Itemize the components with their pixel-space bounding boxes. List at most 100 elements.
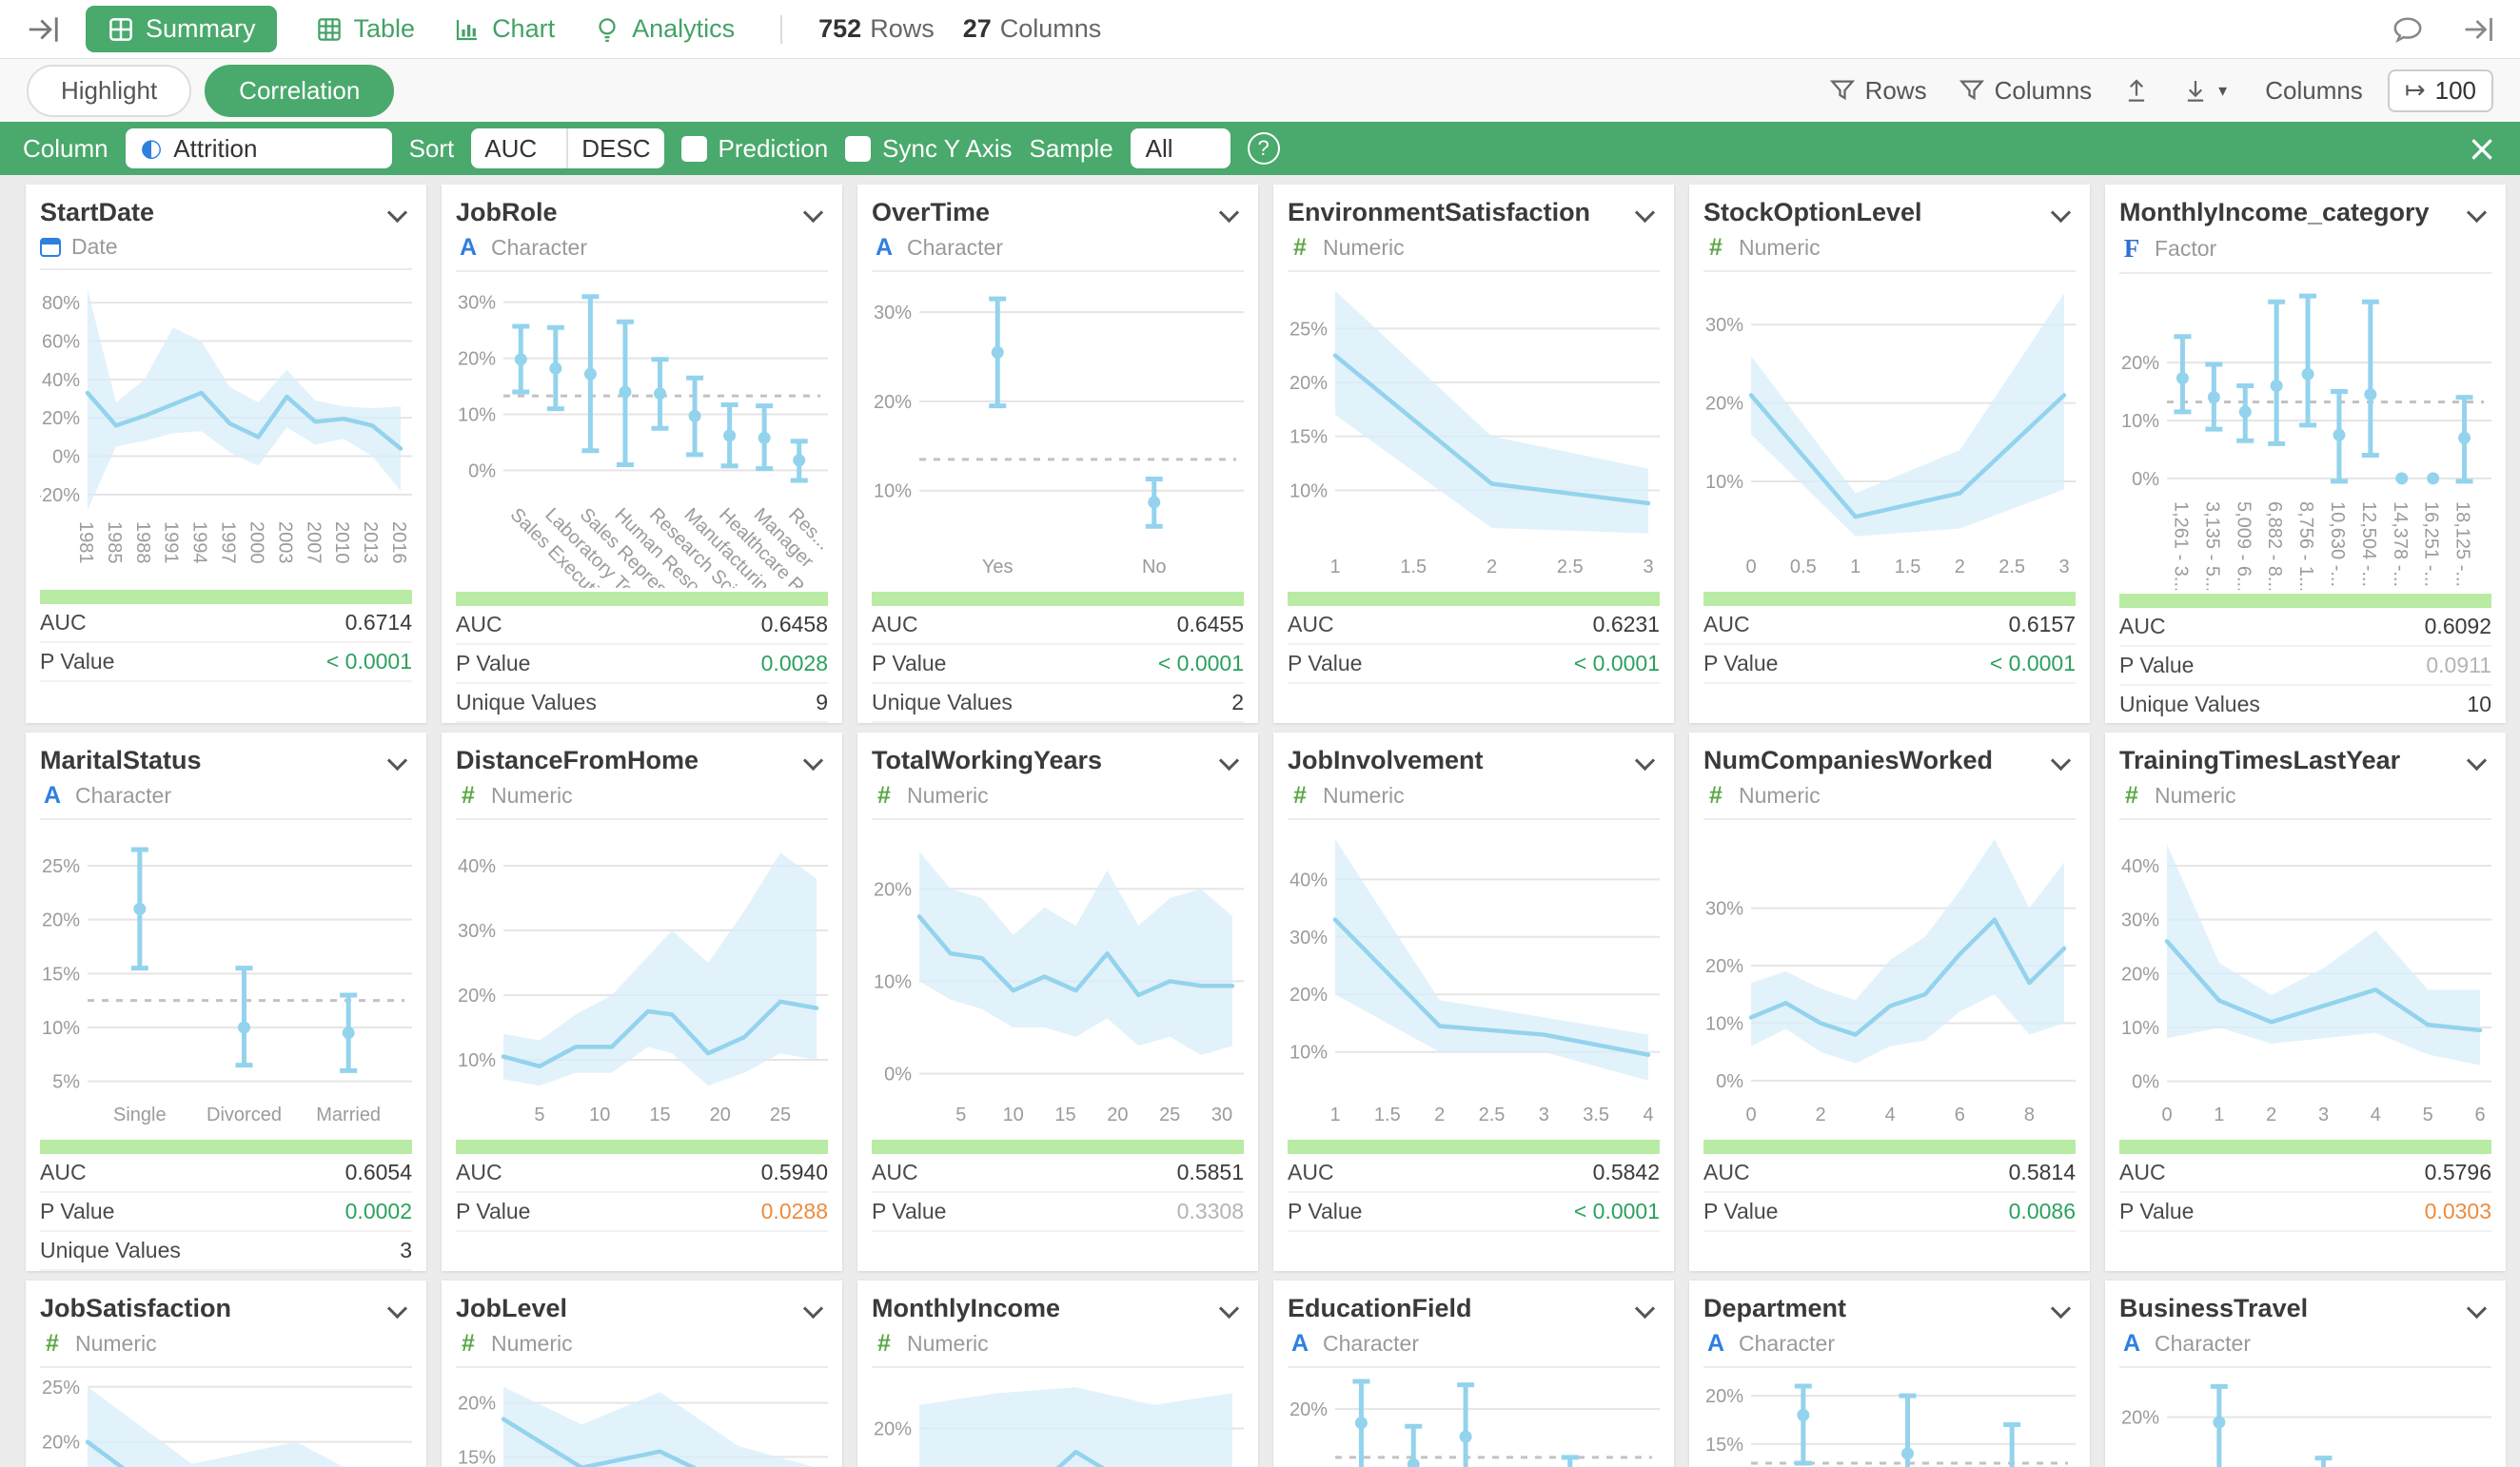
stat-value: 0.0028	[761, 651, 828, 676]
chevron-down-icon[interactable]	[1635, 751, 1655, 771]
column-chart[interactable]: 25%20%15%10%1234	[40, 1370, 412, 1467]
collapse-right-panel-icon[interactable]	[2461, 12, 2495, 47]
stat-value: 10	[2467, 692, 2491, 717]
chevron-down-icon[interactable]	[1635, 1299, 1655, 1319]
column-type-label: Character	[1323, 1331, 1419, 1357]
stat-row-unique-values: Unique Values3	[40, 1232, 412, 1271]
sort-field-select[interactable]: AUC	[471, 134, 566, 164]
chevron-down-icon[interactable]	[2051, 751, 2071, 771]
lightbulb-icon	[593, 15, 621, 44]
column-name: JobLevel	[456, 1294, 567, 1323]
column-stats: AUC0.5796P Value0.0303	[2119, 1154, 2491, 1232]
column-width-control[interactable]: ↦ 100	[2388, 69, 2493, 112]
tab-table[interactable]: Table	[315, 14, 416, 44]
filter-rows-button[interactable]: Rows	[1828, 76, 1927, 106]
chevron-down-icon[interactable]	[387, 203, 407, 223]
stat-row-auc: AUC0.5814	[1703, 1154, 2076, 1193]
svg-text:0%: 0%	[1716, 1071, 1743, 1092]
auc-bar-fill	[1703, 1140, 2076, 1154]
column-chart[interactable]: 30%20%10%00.511.522.53	[1703, 274, 2076, 588]
tab-analytics[interactable]: Analytics	[593, 14, 735, 44]
svg-text:16,251 -...: 16,251 -...	[2421, 501, 2442, 587]
column-chart[interactable]: 20%10%	[872, 1370, 1244, 1467]
column-chart[interactable]: 20%	[2119, 1370, 2491, 1467]
collapse-left-panel-icon[interactable]	[25, 11, 61, 48]
stat-value: 0.6458	[761, 612, 828, 637]
column-chart[interactable]: 25%20%15%10%11.522.53	[1288, 274, 1660, 588]
sample-select[interactable]: All	[1131, 128, 1230, 168]
close-icon[interactable]: ×	[2467, 130, 2497, 166]
svg-text:5,009 - 6...: 5,009 - 6...	[2233, 501, 2254, 590]
sample-value: All	[1146, 134, 1173, 164]
column-chart[interactable]: 20%15%10%5%12345	[456, 1370, 828, 1467]
bar-chart-icon	[453, 15, 482, 44]
column-chart[interactable]: 40%30%20%10%11.522.533.54	[1288, 822, 1660, 1136]
sync-y-axis-checkbox[interactable]	[845, 136, 871, 162]
column-chart[interactable]: 30%20%10%0%02468	[1703, 822, 2076, 1136]
download-button[interactable]: ▾	[2181, 76, 2227, 105]
column-card-MonthlyIncome: MonthlyIncome # Numeric 20%10%	[857, 1281, 1258, 1467]
tab-summary-label: Summary	[146, 14, 256, 44]
auc-bar	[40, 590, 412, 604]
sync-y-axis-option: Sync Y Axis	[845, 134, 1012, 164]
auc-bar	[1288, 592, 1660, 606]
column-chart[interactable]: 20%15%	[1703, 1370, 2076, 1467]
chevron-down-icon[interactable]	[803, 751, 823, 771]
download-icon	[2181, 76, 2210, 105]
column-chart[interactable]: 20%10%0%1,261 - 3...3,135 - 5...5,009 - …	[2119, 276, 2491, 590]
chevron-down-icon[interactable]	[803, 1299, 823, 1319]
svg-text:10%: 10%	[1705, 1013, 1743, 1034]
chevron-down-icon[interactable]	[1219, 203, 1239, 223]
svg-text:0%: 0%	[468, 460, 496, 481]
prediction-checkbox[interactable]	[681, 136, 707, 162]
stat-label: Unique Values	[40, 1238, 181, 1263]
column-chart[interactable]: 40%30%20%10%510152025	[456, 822, 828, 1136]
stat-label: AUC	[2119, 614, 2166, 639]
correlation-button[interactable]: Correlation	[205, 65, 394, 117]
chevron-down-icon[interactable]	[2467, 1299, 2487, 1319]
char-type-icon: A	[2119, 1330, 2144, 1358]
column-chart[interactable]: 25%20%15%10%5%SingleDivorcedMarried	[40, 822, 412, 1136]
column-chart[interactable]: 30%20%10%YesNo	[872, 274, 1244, 588]
column-stats: AUC0.6092P Value0.0911Unique Values10	[2119, 608, 2491, 723]
chevron-down-icon[interactable]	[2051, 1299, 2071, 1319]
upload-button[interactable]	[2122, 76, 2151, 105]
chevron-down-icon[interactable]	[2467, 203, 2487, 223]
chevron-down-icon[interactable]	[1635, 203, 1655, 223]
column-card-TrainingTimesLastYear: TrainingTimesLastYear # Numeric 40%30%20…	[2105, 733, 2506, 1271]
stat-row-auc: AUC0.5940	[456, 1154, 828, 1193]
svg-text:2.5: 2.5	[1557, 557, 1584, 577]
column-chart[interactable]: 30%20%10%0%Sales ExecutiveLaboratory Tec…	[456, 274, 828, 588]
help-icon[interactable]: ?	[1248, 132, 1280, 165]
svg-text:30%: 30%	[1705, 315, 1743, 336]
sort-direction-select[interactable]: DESC	[568, 134, 663, 164]
chevron-down-icon[interactable]	[387, 1299, 407, 1319]
column-select-label: Column	[23, 134, 108, 164]
chevron-down-icon[interactable]	[1219, 1299, 1239, 1319]
column-chart[interactable]: 40%30%20%10%0%0123456	[2119, 822, 2491, 1136]
column-chart[interactable]: 20%10%0%51015202530	[872, 822, 1244, 1136]
svg-text:30%: 30%	[1290, 928, 1328, 949]
svg-text:20%: 20%	[874, 1418, 912, 1439]
highlight-button[interactable]: Highlight	[27, 65, 191, 117]
stat-label: Unique Values	[872, 690, 1013, 715]
svg-text:10%: 10%	[2121, 1018, 2159, 1039]
target-column-select[interactable]: ◐ Attrition	[126, 128, 392, 168]
tab-chart[interactable]: Chart	[453, 14, 555, 44]
num-type-icon: #	[872, 1330, 896, 1358]
tab-summary[interactable]: Summary	[86, 6, 277, 52]
auc-bar-fill	[40, 1140, 412, 1154]
column-chart[interactable]: 20%10%	[1288, 1370, 1660, 1467]
chevron-down-icon[interactable]	[803, 203, 823, 223]
filter-columns-button[interactable]: Columns	[1958, 76, 2093, 106]
chevron-down-icon[interactable]	[1219, 751, 1239, 771]
column-stats: AUC0.5842P Value< 0.0001	[1288, 1154, 1660, 1232]
chevron-down-icon[interactable]	[387, 751, 407, 771]
chevron-down-icon[interactable]	[2467, 751, 2487, 771]
chevron-down-icon[interactable]	[2051, 203, 2071, 223]
column-name: MaritalStatus	[40, 746, 202, 775]
column-chart[interactable]: 80%60%40%20%0%-20%1981198519881991199419…	[40, 272, 412, 586]
comment-bubble-icon[interactable]	[2391, 12, 2425, 47]
column-type-label: Numeric	[491, 1331, 573, 1357]
svg-text:0%: 0%	[2132, 469, 2159, 490]
